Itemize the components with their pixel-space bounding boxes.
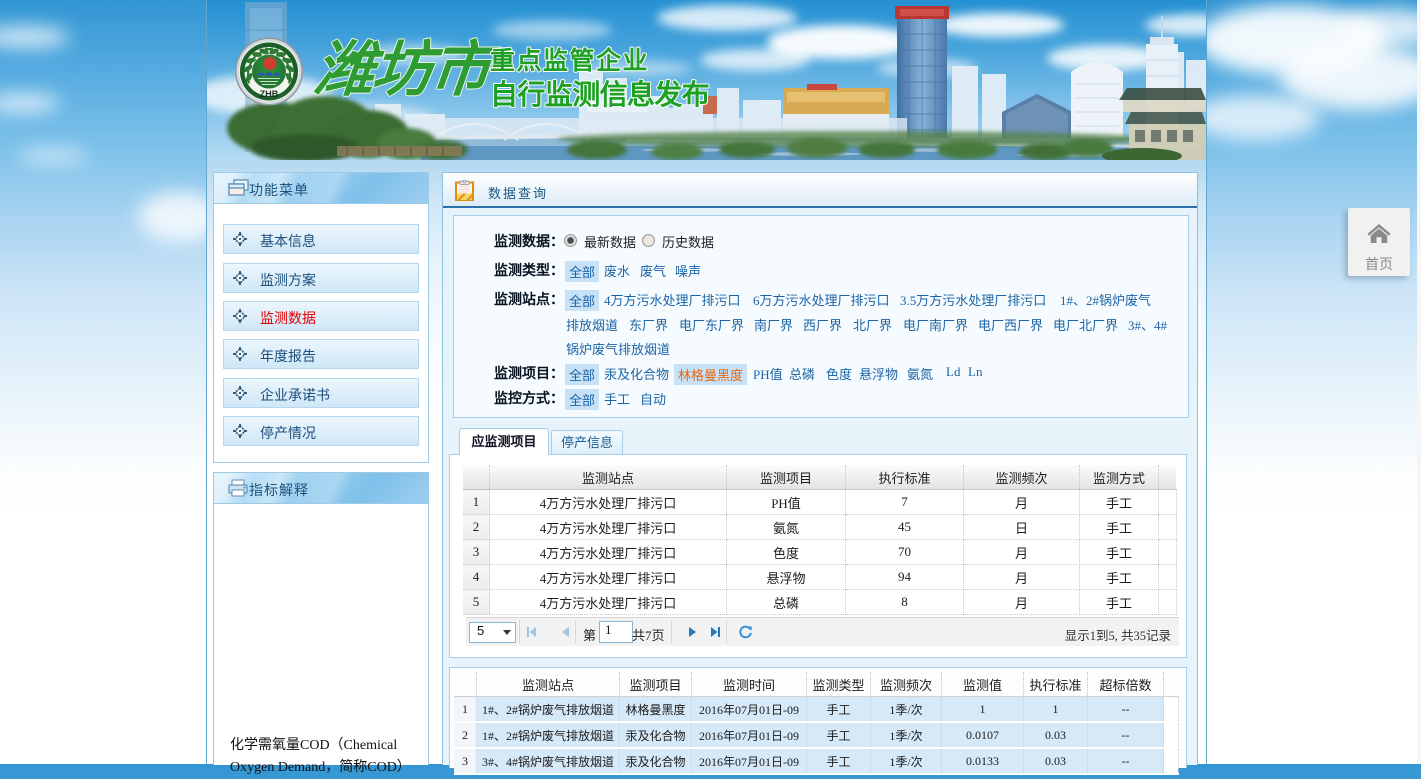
svg-text:重点监管企业: 重点监管企业 bbox=[490, 46, 649, 75]
svg-text:ZHB: ZHB bbox=[260, 89, 279, 99]
svg-text:自行监测信息发布: 自行监测信息发布 bbox=[490, 78, 709, 110]
svg-text:潍坊市: 潍坊市 bbox=[311, 37, 503, 104]
